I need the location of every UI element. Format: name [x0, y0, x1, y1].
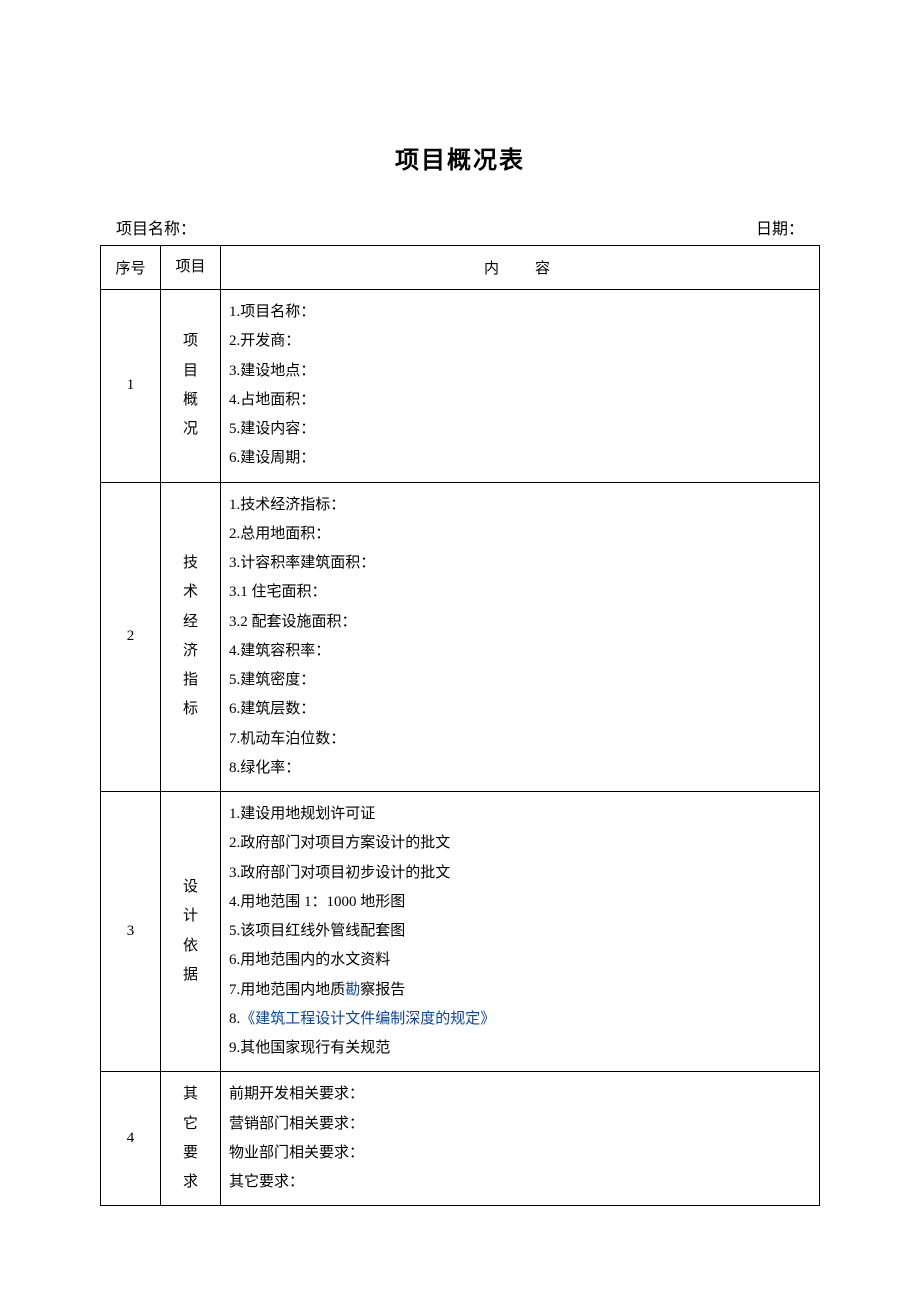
content-line: 2.开发商：: [229, 327, 813, 356]
content-line: 4.建筑容积率：: [229, 637, 813, 666]
content-line: 1.技术经济指标：: [229, 491, 813, 520]
content-line: 其它要求：: [229, 1168, 813, 1197]
content-line: 3.2 配套设施面积：: [229, 608, 813, 637]
content-line: 3.计容积率建筑面积：: [229, 549, 813, 578]
table-row: 2技术经济指标1.技术经济指标：2.总用地面积：3.计容积率建筑面积：3.1 住…: [101, 482, 820, 792]
row-item: 设计依据: [161, 792, 221, 1072]
content-line: 物业部门相关要求：: [229, 1139, 813, 1168]
content-line: 6.用地范围内的水文资料: [229, 946, 813, 975]
project-name-label: 项目名称：: [116, 215, 196, 239]
content-line: 4.占地面积：: [229, 386, 813, 415]
date-label: 日期：: [756, 215, 804, 239]
content-line: 5.建筑密度：: [229, 666, 813, 695]
content-line: 8.《建筑工程设计文件编制深度的规定》: [229, 1005, 813, 1034]
content-line: 3.1 住宅面积：: [229, 578, 813, 607]
table-row: 3设计依据1.建设用地规划许可证2.政府部门对项目方案设计的批文3.政府部门对项…: [101, 792, 820, 1072]
row-seq: 4: [101, 1072, 161, 1206]
content-line: 营销部门相关要求：: [229, 1110, 813, 1139]
content-line: 7.机动车泊位数：: [229, 725, 813, 754]
content-line: 6.建筑层数：: [229, 695, 813, 724]
header-content: 内容: [221, 246, 820, 290]
content-line: 2.总用地面积：: [229, 520, 813, 549]
table-header-row: 序号 项目 内容: [101, 246, 820, 290]
row-item: 技术经济指标: [161, 482, 221, 792]
link-text: 《建筑工程设计文件编制深度的规定》: [240, 1011, 495, 1027]
row-content: 1.项目名称：2.开发商：3.建设地点：4.占地面积：5.建设内容：6.建设周期…: [221, 290, 820, 483]
header-seq: 序号: [101, 246, 161, 290]
row-content: 1.技术经济指标：2.总用地面积：3.计容积率建筑面积：3.1 住宅面积：3.2…: [221, 482, 820, 792]
content-line: 7.用地范围内地质勘察报告: [229, 976, 813, 1005]
content-line: 9.其他国家现行有关规范: [229, 1034, 813, 1063]
content-line: 5.建设内容：: [229, 415, 813, 444]
content-line: 5.该项目红线外管线配套图: [229, 917, 813, 946]
row-item: 项目概况: [161, 290, 221, 483]
project-overview-table: 序号 项目 内容 1项目概况1.项目名称：2.开发商：3.建设地点：4.占地面积…: [100, 245, 820, 1206]
row-content: 1.建设用地规划许可证2.政府部门对项目方案设计的批文3.政府部门对项目初步设计…: [221, 792, 820, 1072]
row-seq: 1: [101, 290, 161, 483]
page-title: 项目概况表: [100, 140, 820, 175]
content-line: 前期开发相关要求：: [229, 1080, 813, 1109]
link-text: 勘: [345, 982, 360, 998]
table-row: 1项目概况1.项目名称：2.开发商：3.建设地点：4.占地面积：5.建设内容：6…: [101, 290, 820, 483]
content-line: 8.绿化率：: [229, 754, 813, 783]
content-line: 2.政府部门对项目方案设计的批文: [229, 829, 813, 858]
content-line: 3.政府部门对项目初步设计的批文: [229, 859, 813, 888]
row-content: 前期开发相关要求：营销部门相关要求：物业部门相关要求：其它要求：: [221, 1072, 820, 1206]
content-line: 3.建设地点：: [229, 357, 813, 386]
content-line: 1.建设用地规划许可证: [229, 800, 813, 829]
header-row: 项目名称： 日期：: [100, 215, 820, 245]
content-line: 4.用地范围 1：1000 地形图: [229, 888, 813, 917]
row-seq: 3: [101, 792, 161, 1072]
content-line: 1.项目名称：: [229, 298, 813, 327]
table-row: 4其它要求前期开发相关要求：营销部门相关要求：物业部门相关要求：其它要求：: [101, 1072, 820, 1206]
row-seq: 2: [101, 482, 161, 792]
row-item: 其它要求: [161, 1072, 221, 1206]
header-item: 项目: [161, 246, 221, 290]
content-line: 6.建设周期：: [229, 444, 813, 473]
